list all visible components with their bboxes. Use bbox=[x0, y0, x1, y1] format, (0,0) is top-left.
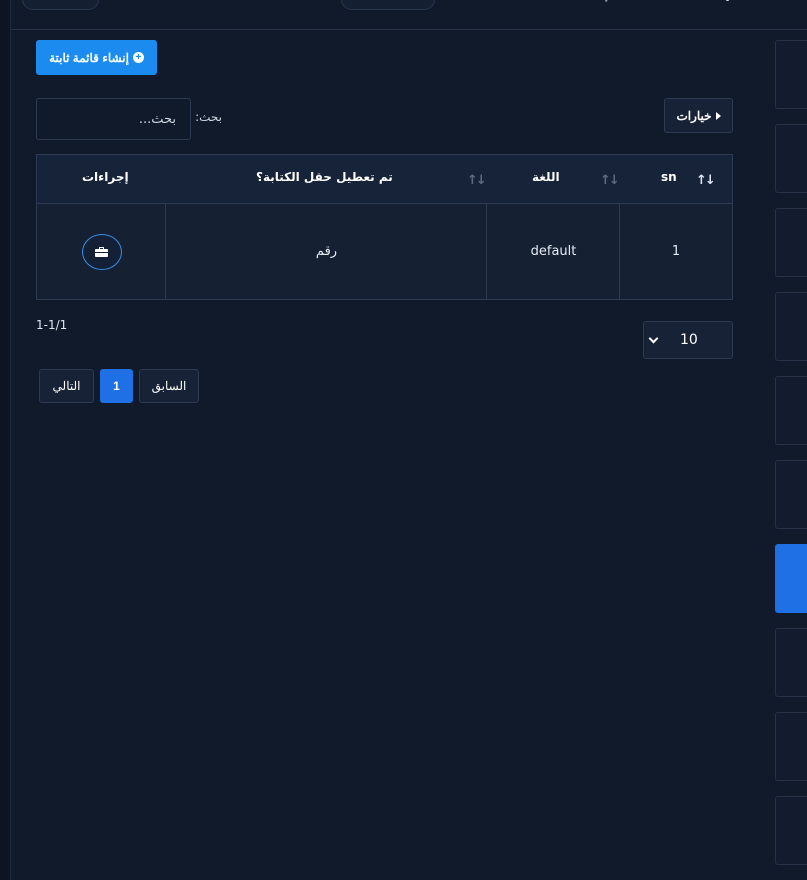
options-button[interactable]: خيارات bbox=[664, 98, 733, 133]
chevron-down-icon bbox=[648, 333, 659, 344]
briefcase-icon bbox=[95, 246, 108, 257]
topbar-pill-center[interactable] bbox=[341, 0, 435, 10]
side-tile[interactable] bbox=[775, 292, 807, 361]
column-header-disable-typing[interactable]: تم تعطيل حقل الكتابة؟ ↑↓ bbox=[166, 155, 487, 203]
column-label-language: اللغة bbox=[532, 170, 560, 184]
sort-icon: ↑↓ bbox=[467, 173, 487, 188]
create-static-list-label: إنشاء قائمة ثابتة bbox=[49, 50, 129, 65]
previous-page-button[interactable]: السابق bbox=[139, 369, 199, 403]
column-header-sn[interactable]: sn ↑↓ bbox=[620, 155, 732, 203]
current-page-button[interactable]: 1 bbox=[100, 369, 133, 403]
column-header-actions: إجراءات bbox=[37, 155, 166, 203]
pagination-range: 1-1/1 bbox=[36, 318, 68, 332]
data-table: sn ↑↓ اللغة ↑↓ تم تعطيل حقل الكتابة؟ ↑↓ … bbox=[36, 154, 733, 300]
options-label: خيارات bbox=[676, 108, 712, 123]
side-tile[interactable] bbox=[775, 208, 807, 277]
search-input[interactable] bbox=[36, 98, 191, 140]
top-bar bbox=[11, 0, 807, 30]
search-label: بحث: bbox=[195, 110, 222, 124]
side-tile[interactable] bbox=[775, 796, 807, 865]
topbar-pill-left[interactable] bbox=[22, 0, 99, 10]
side-tile[interactable] bbox=[775, 712, 807, 781]
page-size-value: 10 bbox=[680, 332, 698, 348]
column-label-disable-typing: تم تعطيل حقل الكتابة؟ bbox=[256, 170, 393, 184]
right-side-panel bbox=[775, 40, 807, 880]
plus-circle-icon: + bbox=[132, 52, 144, 63]
side-tile[interactable] bbox=[775, 40, 807, 109]
cell-language: default bbox=[530, 244, 577, 259]
next-page-button[interactable]: التالي bbox=[39, 369, 94, 403]
side-tile[interactable] bbox=[775, 124, 807, 193]
cell-disable-typing: رقم bbox=[315, 244, 338, 259]
row-actions-button[interactable] bbox=[81, 233, 122, 270]
caret-left-icon bbox=[715, 111, 721, 120]
cell-actions bbox=[37, 204, 166, 299]
left-rail bbox=[0, 0, 11, 880]
column-header-language[interactable]: اللغة ↑↓ bbox=[487, 155, 620, 203]
topbar-mark-right bbox=[726, 0, 729, 1]
page-size-select[interactable]: 10 bbox=[643, 321, 733, 359]
column-label-sn: sn bbox=[661, 170, 677, 184]
side-tile[interactable] bbox=[775, 628, 807, 697]
table-row: 1 default رقم bbox=[37, 204, 732, 299]
column-label-actions: إجراءات bbox=[82, 170, 129, 184]
create-static-list-button[interactable]: + إنشاء قائمة ثابتة bbox=[36, 40, 157, 75]
side-tile[interactable] bbox=[775, 460, 807, 529]
sort-icon: ↑↓ bbox=[696, 173, 716, 188]
side-tile[interactable] bbox=[775, 376, 807, 445]
table-header: sn ↑↓ اللغة ↑↓ تم تعطيل حقل الكتابة؟ ↑↓ … bbox=[37, 155, 732, 204]
sort-icon: ↑↓ bbox=[600, 173, 620, 188]
side-tile-active[interactable] bbox=[775, 544, 807, 613]
cell-sn: 1 bbox=[671, 244, 681, 259]
topbar-mark bbox=[604, 0, 610, 3]
